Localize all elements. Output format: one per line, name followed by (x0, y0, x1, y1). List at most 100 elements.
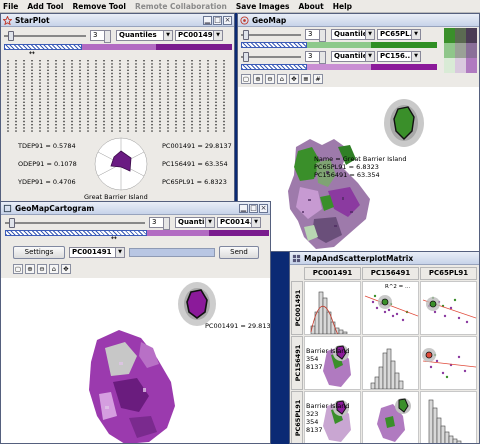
menu-remote-collaboration[interactable]: Remote Collaboration (135, 2, 227, 11)
cartogram-zoom-in-icon[interactable]: ⊕ (25, 264, 35, 274)
cartogram-slider[interactable] (5, 217, 145, 228)
geomap-title: GeoMap (252, 15, 287, 25)
cartogram-close-icon[interactable]: × (259, 204, 268, 213)
zoom-out-icon[interactable]: ⊖ (265, 74, 275, 84)
row-header-pc001491[interactable]: PC001491 (291, 281, 303, 335)
geomap-tooltip-y: PC156491 = 63.354 (314, 171, 380, 179)
cartogram-zoom-out-icon[interactable]: ⊖ (37, 264, 47, 274)
home-icon[interactable]: ⌂ (277, 74, 287, 84)
column-header-pc001491[interactable]: PC001491 (304, 267, 361, 280)
geomap-legend-y-low[interactable] (241, 64, 307, 70)
histogram (370, 348, 404, 389)
geomap-variable-x-combo[interactable]: PC65PL... (377, 29, 421, 40)
geomap-legend-y-mid[interactable] (307, 64, 371, 70)
matrix-cell-map-2-1[interactable] (362, 391, 419, 443)
cartogram-maximize-icon[interactable]: □ (249, 204, 258, 213)
geomap-method-combo-y[interactable]: Quantiles (331, 51, 375, 62)
geomap-window: GeoMap 3 Quantiles PC65PL... 3 Quantiles… (237, 13, 480, 252)
send-button[interactable]: Send (219, 246, 259, 259)
classification-method-combo[interactable]: Quantiles (116, 30, 173, 41)
geomap-tooltip-name: Name = Great Barrier Island (314, 155, 407, 163)
cartogram-titlebar[interactable]: GeoMapCartogram ▁ □ × (1, 202, 270, 215)
matrix-cell-scatter-0-2[interactable] (420, 281, 477, 335)
geomap-slider-x[interactable] (241, 29, 301, 40)
pc65pl91-readout: PC65PL91 = 6.8323 (162, 178, 227, 186)
cartogram-method-combo[interactable]: Quantiles (175, 217, 215, 228)
row-header-pc65pl91[interactable]: PC65PL91 (291, 391, 303, 443)
star-glyph (94, 137, 148, 191)
matrix-window: MapAndScatterplotMatrix PC001491 PC15649… (289, 251, 480, 444)
geomap-variable-y-combo[interactable]: PC156... (377, 51, 421, 62)
cartogram-legend-high[interactable] (209, 230, 269, 236)
geomap-legend-y-high[interactable] (371, 64, 437, 70)
geomap-method-combo[interactable]: Quantiles (331, 29, 375, 40)
cartogram-split-handle-icon[interactable]: ↔ (111, 234, 117, 242)
geomap-legend-x-mid[interactable] (307, 42, 371, 48)
menu-add-tool[interactable]: Add Tool (27, 2, 63, 11)
minimap-value-2: 8137 (306, 363, 323, 371)
cartogram-attribute-combo[interactable]: PC001491 (69, 247, 125, 258)
minimap-place-label-2: Barrier Island (306, 402, 350, 410)
cartogram-select-icon[interactable]: ▢ (13, 264, 23, 274)
matrix-cell-histogram-pc156491[interactable] (362, 336, 419, 390)
pan-icon[interactable]: ✥ (289, 74, 299, 84)
zoom-in-icon[interactable]: ⊕ (253, 74, 263, 84)
classification-slider[interactable] (4, 30, 86, 41)
close-icon[interactable]: × (223, 16, 232, 25)
scatterplot (422, 348, 476, 379)
row-header-pc156491[interactable]: PC156491 (291, 336, 303, 390)
geomap-canvas[interactable]: Name = Great Barrier Island PC65PL91 = 6… (238, 87, 479, 251)
histogram (310, 291, 353, 334)
minimize-icon[interactable]: ▁ (203, 16, 212, 25)
bivariate-legend-grid[interactable] (444, 28, 478, 74)
matrix-cell-map-1-0[interactable]: Barrier Island 354 8137 (304, 336, 361, 390)
matrix-cell-scatter-0-1[interactable]: R^2 = ... (362, 281, 419, 335)
starplot-titlebar[interactable]: StarPlot ▁ □ × (1, 14, 234, 27)
cartogram-readout: PC001491 = 29.8137 (205, 322, 271, 330)
matrix-titlebar[interactable]: MapAndScatterplotMatrix (290, 252, 479, 265)
legend-bar-low[interactable] (4, 44, 82, 50)
cartogram-legend-low[interactable] (5, 230, 147, 236)
menu-save-images[interactable]: Save Images (236, 2, 290, 11)
matrix-cell-scatter-1-2[interactable] (420, 336, 477, 390)
cartogram-region-map (89, 282, 216, 443)
cartogram-canvas[interactable]: PC001491 = 29.8137 (1, 278, 271, 443)
cartogram-class-spinner[interactable]: 3 (149, 217, 170, 230)
minimap (377, 398, 411, 442)
variable-combo[interactable]: PC001491 (175, 30, 223, 41)
cartogram-pan-icon[interactable]: ✥ (61, 264, 71, 274)
menu-about[interactable]: About (298, 2, 323, 11)
matrix-cell-histogram-pc65pl91[interactable] (420, 391, 477, 443)
geomap-class-spinner[interactable]: 3 (305, 29, 326, 42)
geomap-slider-y[interactable] (241, 51, 301, 62)
legend-bar-mid[interactable] (82, 44, 156, 50)
column-header-pc156491[interactable]: PC156491 (362, 267, 419, 280)
maximize-icon[interactable]: □ (213, 16, 222, 25)
cartogram-minimize-icon[interactable]: ▁ (239, 204, 248, 213)
geomap-titlebar[interactable]: GeoMap (238, 14, 479, 27)
menu-file[interactable]: File (3, 2, 18, 11)
cartogram-window: GeoMapCartogram ▁ □ × 3 Quantiles PC0014… (0, 201, 271, 444)
layers-icon[interactable]: ≣ (301, 74, 311, 84)
geomap-legend-x-low[interactable] (241, 42, 307, 48)
select-icon[interactable]: ▢ (241, 74, 251, 84)
matrix-cell-map-2-0[interactable]: Barrier Island 323 354 8137 (304, 391, 361, 443)
settings-button[interactable]: Settings (13, 246, 65, 259)
geomap-app-icon (240, 15, 249, 25)
column-header-pc65pl91[interactable]: PC65PL91 (420, 267, 477, 280)
cartogram-home-icon[interactable]: ⌂ (49, 264, 59, 274)
grid-icon[interactable]: # (313, 74, 323, 84)
legend-bar-high[interactable] (156, 44, 232, 50)
cartogram-legend-mid[interactable] (147, 230, 209, 236)
matrix-cell-histogram-pc001491[interactable] (304, 281, 361, 335)
menu-remove-tool[interactable]: Remove Tool (73, 2, 126, 11)
split-handle-icon[interactable]: ↔ (29, 49, 35, 57)
odep-readout: ODEP91 = 0.1078 (18, 160, 77, 168)
menu-help[interactable]: Help (333, 2, 352, 11)
starplot-title: StarPlot (15, 15, 50, 25)
histogram (428, 399, 462, 443)
class-count-spinner[interactable]: 3 (90, 30, 111, 43)
geomap-legend-x-high[interactable] (371, 42, 437, 48)
geomap-class-spinner-y[interactable]: 3 (305, 51, 326, 64)
cartogram-variable-combo[interactable]: PC0014... (217, 217, 261, 228)
